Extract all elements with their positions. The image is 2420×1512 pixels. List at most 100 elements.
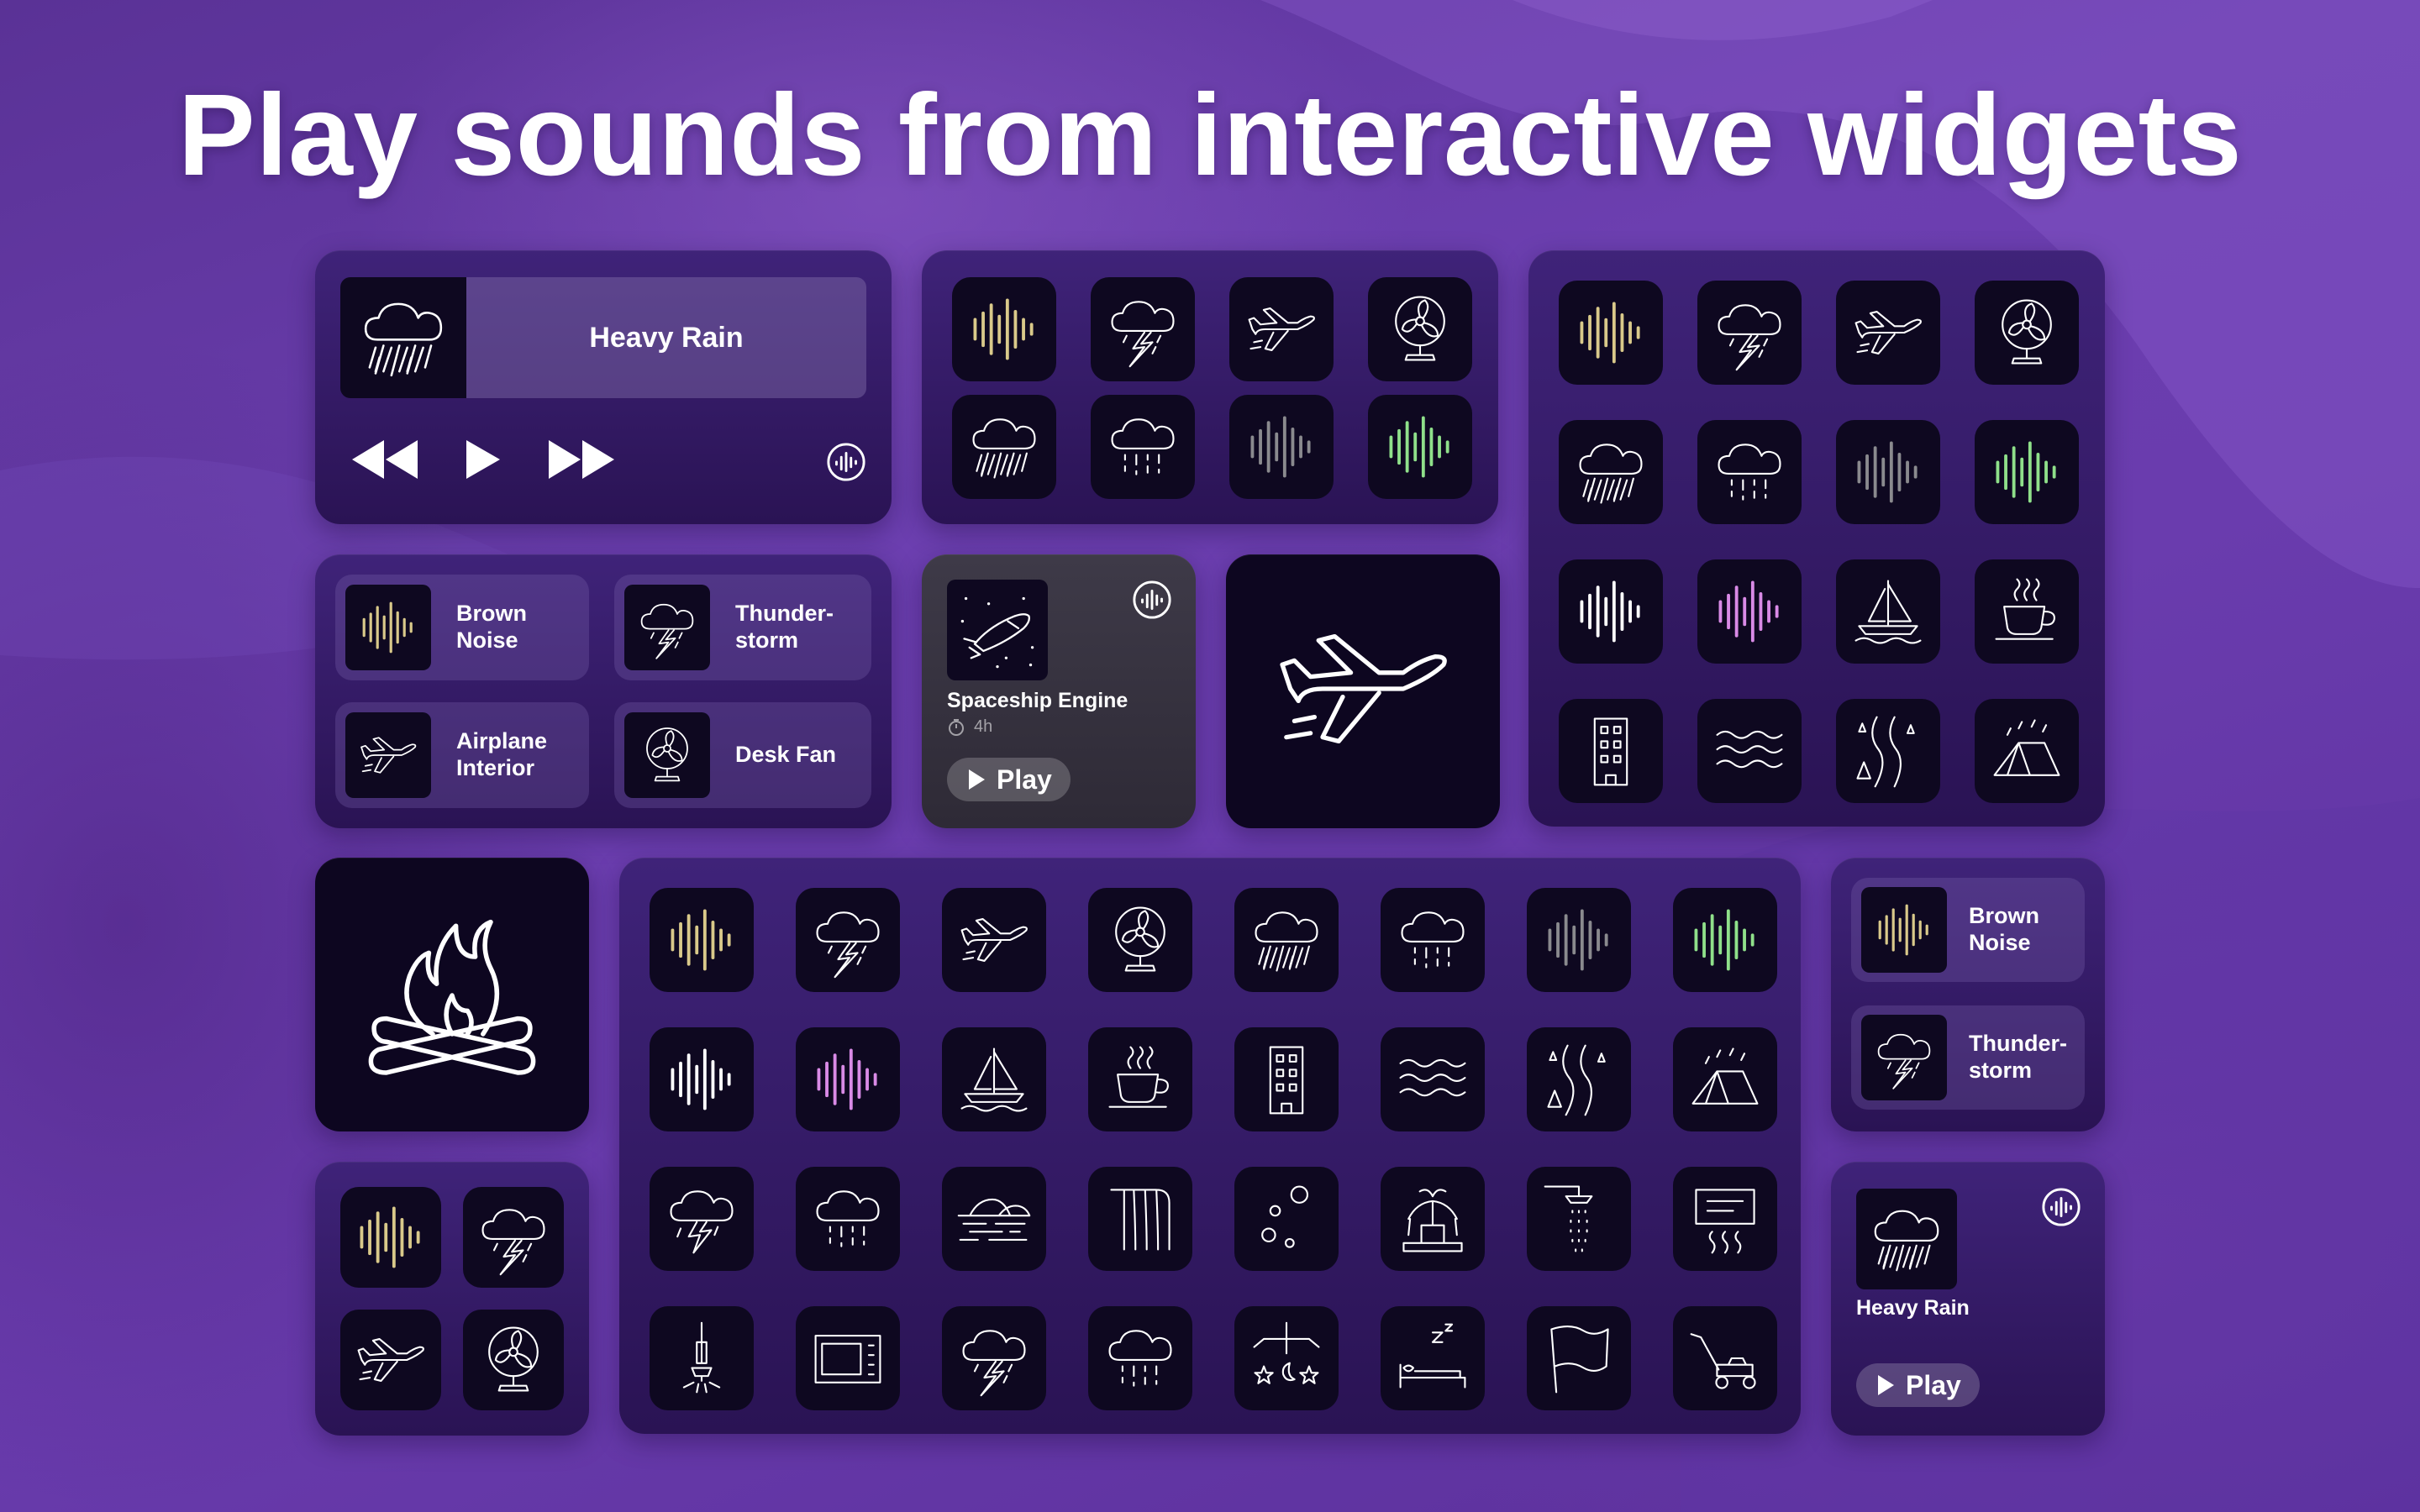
app-logo-icon (2041, 1187, 2081, 1227)
extra-large-sound-grid-widget (619, 858, 1801, 1434)
rewind-icon[interactable] (349, 437, 421, 482)
tile-pink-noise[interactable] (796, 1027, 900, 1131)
tile-desk-fan[interactable] (463, 1310, 564, 1410)
tile-lawn-mower[interactable] (1673, 1306, 1777, 1410)
tile-drizzle-cloud[interactable] (796, 1167, 900, 1271)
tile-vacuum[interactable] (650, 1306, 754, 1410)
tile-gray-noise[interactable] (1527, 888, 1631, 992)
pill-thunderstorm[interactable]: Thunder- storm (614, 575, 871, 680)
heavy-rain-play-button[interactable]: Play (1856, 1363, 1980, 1407)
tile-sailboat[interactable] (942, 1027, 1046, 1131)
tile-green-noise[interactable] (1975, 420, 2079, 524)
airplane-single-widget[interactable] (1226, 554, 1500, 828)
small-pills-widget: Brown Noise Thunder- storm (1831, 858, 2105, 1131)
tile-heavy-rain[interactable] (1559, 420, 1663, 524)
tile-desk-fan[interactable] (1088, 888, 1192, 992)
tile-airplane[interactable] (1229, 277, 1334, 381)
now-playing-widget[interactable]: Heavy Rain (315, 250, 892, 524)
tile-green-noise[interactable] (1368, 395, 1472, 499)
app-logo-icon (826, 442, 866, 482)
tile-airplane[interactable] (942, 888, 1046, 992)
air-conditioner-icon (1685, 1179, 1765, 1259)
tile-river-rain[interactable] (1836, 699, 1940, 803)
tile-office-building[interactable] (1234, 1027, 1339, 1131)
tile-thunderstorm[interactable] (1697, 281, 1802, 385)
heavy-rain-icon (354, 288, 453, 387)
campfire-single-widget[interactable] (315, 858, 589, 1131)
pill-airplane-interior[interactable]: Airplane Interior (335, 702, 589, 808)
tile-fountain[interactable] (1381, 1167, 1485, 1271)
white-noise-icon (1570, 571, 1651, 652)
heavy-rain-title: Heavy Rain (1856, 1296, 1970, 1320)
tile-air-conditioner[interactable] (1673, 1167, 1777, 1271)
tile-flag[interactable] (1527, 1306, 1631, 1410)
tile-waterfall[interactable] (1088, 1167, 1192, 1271)
tile-sunset-lake[interactable] (942, 1167, 1046, 1271)
tile-sailboat[interactable] (1836, 559, 1940, 664)
tile-coffee-cup[interactable] (1088, 1027, 1192, 1131)
green-noise-icon (1986, 432, 2067, 512)
tile-light-rain[interactable] (1091, 395, 1195, 499)
tile-brown-noise[interactable] (952, 277, 1056, 381)
tile-airplane[interactable] (340, 1310, 441, 1410)
tile-bubbles[interactable] (1234, 1167, 1339, 1271)
play-triangle-icon (969, 769, 985, 790)
tile-thunderstorm[interactable] (463, 1187, 564, 1288)
fountain-icon (1392, 1179, 1473, 1259)
tile-desk-fan[interactable] (1368, 277, 1472, 381)
airplane-icon (1848, 292, 1928, 373)
tile-ocean-waves[interactable] (1381, 1027, 1485, 1131)
pill-desk-fan[interactable]: Desk Fan (614, 702, 871, 808)
microwave-icon (808, 1318, 888, 1399)
ocean-waves-icon (1709, 711, 1790, 791)
tile-baby-mobile[interactable] (1234, 1306, 1339, 1410)
tile-light-rain[interactable] (1381, 888, 1485, 992)
tile-thunderstorm[interactable] (1091, 277, 1195, 381)
gray-noise-icon (1539, 900, 1619, 980)
tile-tent-rain[interactable] (1975, 699, 2079, 803)
tile-green-noise[interactable] (1673, 888, 1777, 992)
tile-storm[interactable] (942, 1306, 1046, 1410)
tile-pink-noise[interactable] (1697, 559, 1802, 664)
pill-thunderstorm[interactable]: Thunder- storm (1851, 1005, 2085, 1110)
play-triangle-icon (1878, 1375, 1894, 1395)
tile-heavy-rain[interactable] (952, 395, 1056, 499)
small-sound-grid-widget (315, 1162, 589, 1436)
tile-sleeping[interactable] (1381, 1306, 1485, 1410)
tile-coffee-cup[interactable] (1975, 559, 2079, 664)
tile-tent-rain[interactable] (1673, 1027, 1777, 1131)
tile-desk-fan[interactable] (1975, 281, 2079, 385)
tile-office-building[interactable] (1559, 699, 1663, 803)
tile-light-rain[interactable] (1697, 420, 1802, 524)
lightning-cloud-icon (661, 1179, 742, 1259)
tile-thunderstorm[interactable] (796, 888, 900, 992)
light-rain-icon (1709, 432, 1790, 512)
tile-shower[interactable] (1527, 1167, 1631, 1271)
pill-brown-noise[interactable]: Brown Noise (335, 575, 589, 680)
spaceship-engine-widget[interactable]: Spaceship Engine 4h Play (922, 554, 1196, 828)
spaceship-artwork (947, 580, 1048, 680)
tile-heavy-rain[interactable] (1234, 888, 1339, 992)
pill-brown-noise[interactable]: Brown Noise (1851, 878, 2085, 982)
play-icon[interactable] (463, 437, 502, 482)
spaceship-title: Spaceship Engine (947, 689, 1128, 712)
tile-lightning-cloud[interactable] (650, 1167, 754, 1271)
brown-noise-icon (355, 594, 422, 661)
tile-gray-noise[interactable] (1229, 395, 1334, 499)
sleeping-icon (1392, 1318, 1473, 1399)
tile-rain-cloud[interactable] (1088, 1306, 1192, 1410)
tile-white-noise[interactable] (650, 1027, 754, 1131)
tile-brown-noise[interactable] (1559, 281, 1663, 385)
tile-brown-noise[interactable] (650, 888, 754, 992)
tile-river-rain[interactable] (1527, 1027, 1631, 1131)
coffee-cup-icon (1100, 1039, 1181, 1120)
tile-airplane[interactable] (1836, 281, 1940, 385)
tile-ocean-waves[interactable] (1697, 699, 1802, 803)
tile-brown-noise[interactable] (340, 1187, 441, 1288)
spaceship-play-button[interactable]: Play (947, 758, 1071, 801)
tile-gray-noise[interactable] (1836, 420, 1940, 524)
tile-microwave[interactable] (796, 1306, 900, 1410)
fast-forward-icon[interactable] (545, 437, 618, 482)
tile-white-noise[interactable] (1559, 559, 1663, 664)
heavy-rain-widget[interactable]: Heavy Rain Play (1831, 1162, 2105, 1436)
